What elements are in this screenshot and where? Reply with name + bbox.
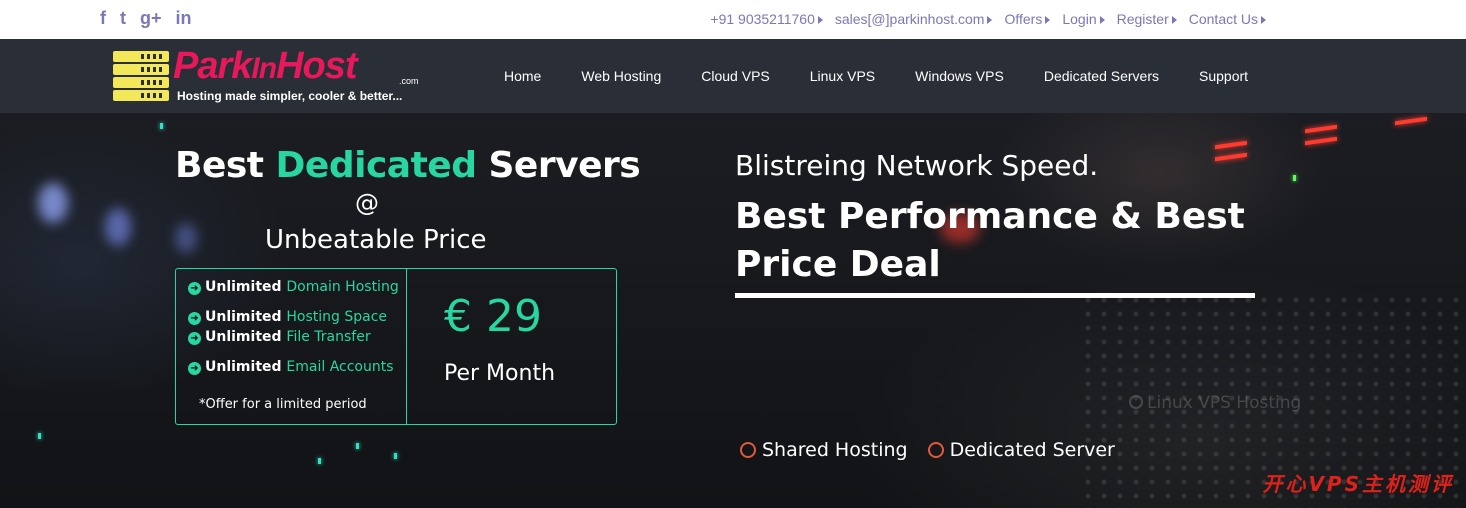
main-navbar: ParkInHost .com Hosting made simpler, co… (0, 39, 1466, 113)
login-text: Login (1062, 11, 1097, 27)
facebook-icon[interactable]: f (100, 7, 106, 29)
logo-wordmark: ParkInHost (173, 45, 358, 87)
register-text: Register (1116, 11, 1169, 27)
twitter-icon[interactable]: t (120, 7, 126, 29)
price-period: Per Month (444, 361, 556, 386)
nav-item-cloud-vps[interactable]: Cloud VPS (681, 68, 789, 84)
primary-nav: Home Web Hosting Cloud VPS Linux VPS Win… (484, 39, 1268, 113)
slider-tab-dedicated-server[interactable]: Dedicated Server (927, 439, 1115, 461)
feature-item: ➜ Unlimited Domain Hosting (188, 279, 399, 295)
social-links: f t g+ in (100, 7, 192, 29)
red-light-decoration (1305, 136, 1337, 146)
radio-ring-icon (1129, 395, 1143, 409)
arrow-circle-icon: ➜ (188, 332, 201, 345)
arrow-circle-icon: ➜ (188, 282, 201, 295)
blue-light-decoration (175, 223, 197, 253)
nav-item-web-hosting[interactable]: Web Hosting (561, 68, 681, 84)
contact-text: Contact Us (1188, 11, 1258, 27)
slider-tab-shared-hosting[interactable]: Shared Hosting (740, 439, 908, 461)
radio-ring-icon (927, 442, 944, 458)
arrow-circle-icon: ➜ (188, 362, 201, 375)
phone-link[interactable]: +91 9035211760 (710, 11, 823, 27)
offers-text: Offers (1004, 11, 1043, 27)
email-link[interactable]: sales[@]parkinhost.com (835, 11, 993, 27)
login-link[interactable]: Login (1062, 11, 1105, 27)
hero-at-sign: @ (355, 189, 379, 217)
green-led-decoration (1293, 175, 1296, 181)
watermark: 开心VPS主机测评 (1262, 472, 1454, 496)
hero-banner: Best Dedicated Servers @ Unbeatable Pric… (0, 113, 1466, 508)
green-led-decoration (160, 123, 163, 129)
feature-item: ➜ Unlimited Email Accounts (188, 359, 394, 375)
green-led-decoration (356, 443, 359, 449)
caret-right-icon (1261, 16, 1266, 25)
blue-light-decoration (38, 183, 68, 223)
top-utility-bar: f t g+ in +91 9035211760 sales[@]parkinh… (0, 0, 1466, 39)
arrow-circle-icon: ➜ (188, 312, 201, 325)
radio-ring-icon (740, 442, 756, 458)
green-led-decoration (394, 453, 397, 459)
offers-link[interactable]: Offers (1004, 11, 1051, 27)
nav-item-home[interactable]: Home (484, 68, 561, 84)
offer-divider (406, 269, 407, 424)
offer-note: *Offer for a limited period (199, 397, 367, 412)
nav-item-linux-vps[interactable]: Linux VPS (790, 68, 895, 84)
phone-text: +91 9035211760 (710, 11, 815, 27)
blue-light-decoration (105, 208, 131, 246)
nav-item-dedicated-servers[interactable]: Dedicated Servers (1024, 68, 1179, 84)
hero-right-heading: Best Performance & Best Price Deal (735, 196, 1245, 285)
caret-right-icon (1099, 16, 1105, 25)
top-links: +91 9035211760 sales[@]parkinhost.com Of… (710, 11, 1266, 27)
logo-tagline: Hosting made simpler, cooler & better... (177, 89, 403, 103)
hero-title: Best Dedicated Servers (175, 145, 641, 186)
green-led-decoration (318, 458, 321, 464)
register-link[interactable]: Register (1117, 11, 1177, 27)
offer-box: ➜ Unlimited Domain Hosting ➜ Unlimited Hos… (175, 268, 617, 425)
linkedin-icon[interactable]: in (176, 7, 192, 29)
hero-subtitle: Unbeatable Price (265, 225, 487, 255)
slider-tabs: Shared Hosting Dedicated Server (740, 439, 1115, 461)
contact-link[interactable]: Contact Us (1189, 11, 1266, 27)
hero-right-tagline: Blistreing Network Speed. (735, 149, 1099, 182)
caret-right-icon (1045, 16, 1051, 25)
caret-right-icon (1171, 16, 1177, 25)
nav-item-windows-vps[interactable]: Windows VPS (895, 68, 1024, 84)
caret-right-icon (987, 16, 993, 25)
feature-item: ➜ Unlimited Hosting Space (188, 309, 387, 325)
slider-tab-linux-vps[interactable]: Linux VPS Hosting (1129, 393, 1301, 413)
red-light-decoration (1305, 124, 1337, 134)
google-plus-icon[interactable]: g+ (140, 7, 162, 29)
red-light-decoration (1395, 116, 1427, 126)
logo-dotcom: .com (399, 76, 419, 86)
nav-item-support[interactable]: Support (1179, 68, 1268, 84)
email-text: sales[@]parkinhost.com (834, 11, 985, 27)
caret-right-icon (817, 16, 823, 25)
red-light-decoration (1215, 152, 1247, 162)
red-light-decoration (1215, 140, 1247, 150)
green-led-decoration (38, 433, 41, 439)
server-stack-icon (113, 51, 169, 101)
price-value: € 29 (444, 291, 542, 342)
site-logo[interactable]: ParkInHost .com Hosting made simpler, co… (113, 45, 433, 109)
hero-underline (735, 293, 1255, 298)
feature-item: ➜ Unlimited File Transfer (188, 329, 371, 345)
